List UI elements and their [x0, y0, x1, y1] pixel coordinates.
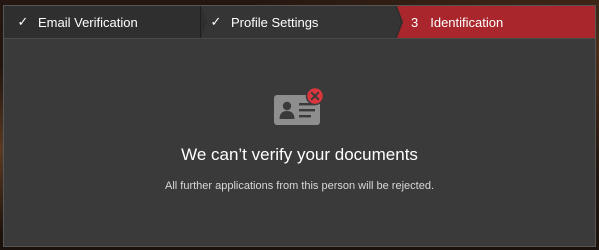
- error-title: We can’t verify your documents: [181, 145, 418, 164]
- progress-stepper: ✓ Email Verification ✓ Profile Settings …: [4, 6, 595, 39]
- verification-modal: ✓ Email Verification ✓ Profile Settings …: [3, 5, 596, 247]
- message-panel: We can’t verify your documents All furth…: [4, 39, 595, 246]
- step-label: Email Verification: [38, 14, 138, 30]
- step-number: 3: [411, 14, 419, 30]
- check-icon: ✓: [210, 14, 222, 29]
- step-divider: [200, 6, 201, 38]
- id-card-error-icon: [274, 87, 324, 125]
- step-label: Profile Settings: [231, 14, 319, 30]
- error-subtitle: All further applications from this perso…: [164, 180, 434, 192]
- step-email-verification[interactable]: ✓ Email Verification: [4, 6, 204, 38]
- step-identification[interactable]: 3 Identification: [397, 6, 595, 38]
- step-label: Identification: [430, 14, 504, 30]
- step-profile-settings[interactable]: ✓ Profile Settings: [201, 6, 401, 38]
- check-icon: ✓: [17, 14, 29, 29]
